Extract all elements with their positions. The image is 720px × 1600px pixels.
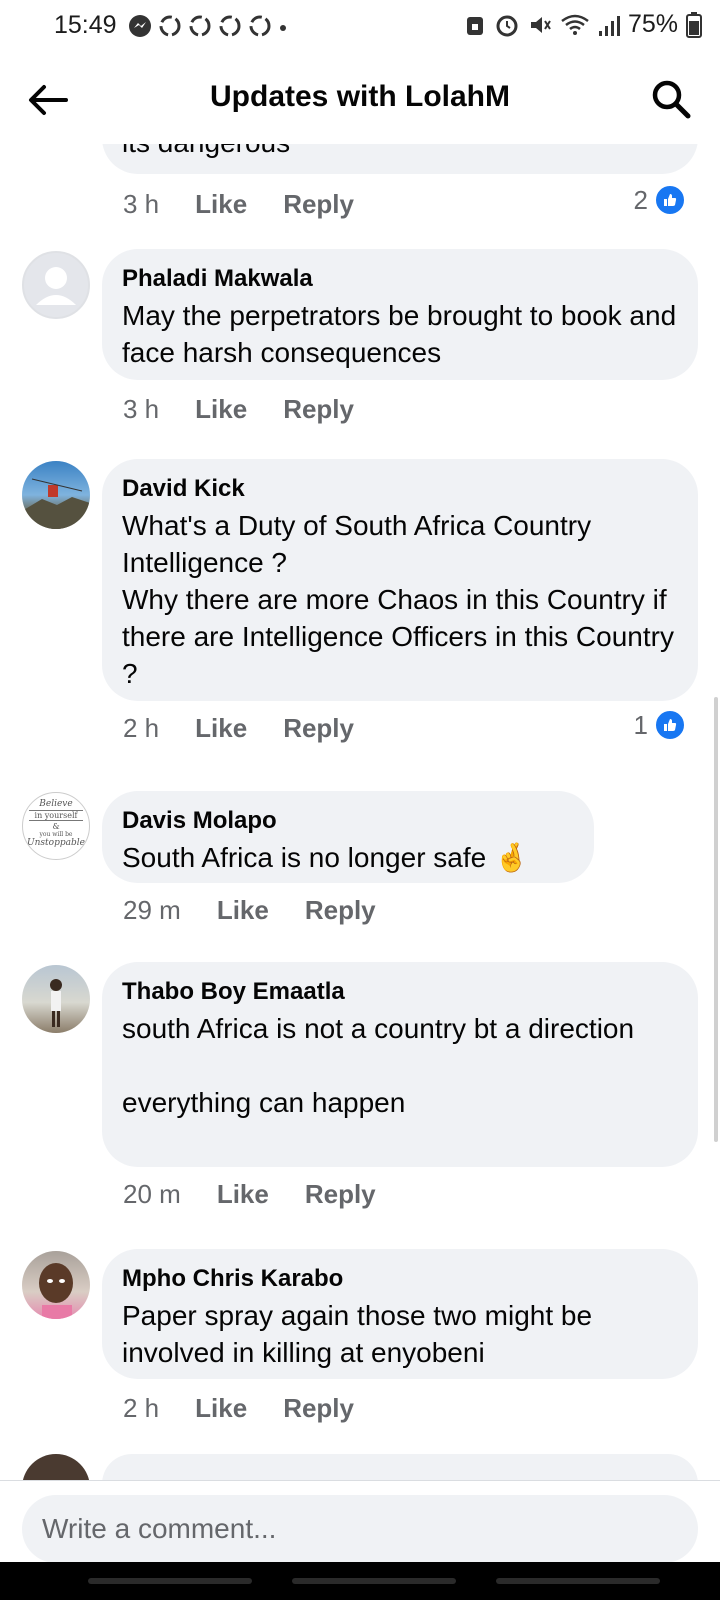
- avatar-text: in yourself: [29, 810, 83, 821]
- reply-button[interactable]: Reply: [305, 1179, 376, 1210]
- status-time: 15:49: [54, 11, 117, 39]
- comment-time: 20 m: [123, 1179, 181, 1209]
- dot-icon: [280, 25, 286, 31]
- lock-icon: [466, 16, 483, 35]
- like-button[interactable]: Like: [195, 189, 247, 220]
- comment-time: 3 h: [123, 394, 160, 424]
- reaction-count: 2: [633, 184, 648, 215]
- comment-text: its dangerous: [122, 144, 290, 171]
- comment-actions: 2 h Like Reply: [123, 1393, 390, 1424]
- battery-icon: [686, 11, 702, 38]
- comment-text: What's a Duty of South Africa Country In…: [122, 510, 674, 689]
- status-bar: 15:49 75%: [0, 0, 720, 52]
- comment-time: 29 m: [123, 895, 181, 925]
- avatar-text: you will be: [39, 831, 73, 838]
- comment-text: May the perpetrators be brought to book …: [122, 300, 677, 368]
- avatar-text: Unstoppable: [27, 838, 85, 848]
- comment-actions: 3 h Like Reply: [123, 189, 390, 220]
- comment-text-body: South Africa is no longer safe: [122, 842, 487, 873]
- avatar[interactable]: [22, 1454, 90, 1480]
- alarm-icon: [496, 15, 518, 36]
- comment-text: South Africa is no longer safe 🤞: [122, 839, 574, 886]
- comment-actions: 29 m Like Reply: [123, 895, 412, 926]
- comment-actions: 3 h Like Reply: [123, 394, 390, 425]
- avatar[interactable]: Believe in yourself & you will be Unstop…: [22, 792, 90, 860]
- app-bar: Updates with LolahM: [0, 52, 720, 144]
- avatar[interactable]: [22, 1251, 90, 1319]
- avatar[interactable]: [22, 251, 90, 319]
- like-button[interactable]: Like: [195, 394, 247, 425]
- commenter-name[interactable]: Davis Molapo: [122, 791, 574, 839]
- comment-bubble: [102, 1454, 698, 1480]
- comment-time: 3 h: [123, 189, 160, 219]
- nav-recents-button[interactable]: [88, 1578, 252, 1584]
- avatar-text: Believe: [39, 799, 73, 809]
- comment-bubble: David Kick What's a Duty of South Africa…: [102, 459, 698, 701]
- comment-bubble: Davis Molapo South Africa is no longer s…: [102, 791, 594, 883]
- like-reaction-icon: [654, 184, 686, 216]
- comment-bubble: Thabo Boy Emaatla south Africa is not a …: [102, 962, 698, 1167]
- comment-actions: 20 m Like Reply: [123, 1179, 412, 1210]
- comment-feed[interactable]: its dangerous 3 h Like Reply 2 Phaladi M…: [0, 144, 720, 1480]
- commenter-name[interactable]: Mpho Chris Karabo: [122, 1249, 678, 1297]
- like-button[interactable]: Like: [217, 1179, 269, 1210]
- nav-home-button[interactable]: [292, 1578, 456, 1584]
- reply-button[interactable]: Reply: [283, 1393, 354, 1424]
- search-icon[interactable]: [650, 78, 692, 120]
- avatar[interactable]: [22, 461, 90, 529]
- nav-back-button[interactable]: [496, 1578, 660, 1584]
- recycle-icon: [249, 15, 271, 37]
- comment-text: south Africa is not a country bt a direc…: [122, 1013, 635, 1118]
- reply-button[interactable]: Reply: [283, 713, 354, 744]
- wifi-icon: [561, 14, 589, 35]
- commenter-name[interactable]: Thabo Boy Emaatla: [122, 962, 678, 1010]
- comment-bubble: its dangerous: [102, 144, 698, 174]
- comment-time: 2 h: [123, 1393, 160, 1423]
- commenter-name[interactable]: David Kick: [122, 459, 678, 507]
- recycle-icon: [189, 15, 211, 37]
- comment-input[interactable]: [22, 1495, 698, 1563]
- system-nav-bar: [0, 1562, 720, 1600]
- reaction-count: 1: [633, 709, 648, 740]
- page-title: Updates with LolahM: [210, 80, 510, 113]
- reply-button[interactable]: Reply: [305, 895, 376, 926]
- commenter-name[interactable]: Phaladi Makwala: [122, 249, 678, 297]
- mute-icon: [530, 16, 551, 33]
- messenger-icon: [129, 15, 151, 37]
- comment-text: Paper spray again those two might be inv…: [122, 1300, 593, 1368]
- like-button[interactable]: Like: [217, 895, 269, 926]
- like-button[interactable]: Like: [195, 1393, 247, 1424]
- reply-button[interactable]: Reply: [283, 189, 354, 220]
- recycle-icon: [219, 15, 241, 37]
- battery-percent: 75%: [627, 10, 678, 38]
- notification-icons: [128, 14, 288, 38]
- comment-bubble: Phaladi Makwala May the perpetrators be …: [102, 249, 698, 380]
- comment-composer: [0, 1480, 720, 1563]
- signal-icon: [598, 15, 620, 36]
- reaction-summary[interactable]: 2: [634, 184, 686, 216]
- comment-time: 2 h: [123, 713, 160, 743]
- comment-bubble: Mpho Chris Karabo Paper spray again thos…: [102, 1249, 698, 1379]
- avatar[interactable]: [22, 965, 90, 1033]
- like-button[interactable]: Like: [195, 713, 247, 744]
- comment-actions: 2 h Like Reply: [123, 713, 390, 744]
- crossed-fingers-emoji: 🤞: [494, 842, 529, 873]
- like-reaction-icon: [654, 709, 686, 741]
- scrollbar[interactable]: [714, 697, 718, 1142]
- reaction-summary[interactable]: 1: [634, 709, 686, 741]
- recycle-icon: [159, 15, 181, 37]
- reply-button[interactable]: Reply: [283, 394, 354, 425]
- status-right-icons: 75%: [464, 10, 702, 39]
- avatar-text: &: [52, 822, 60, 831]
